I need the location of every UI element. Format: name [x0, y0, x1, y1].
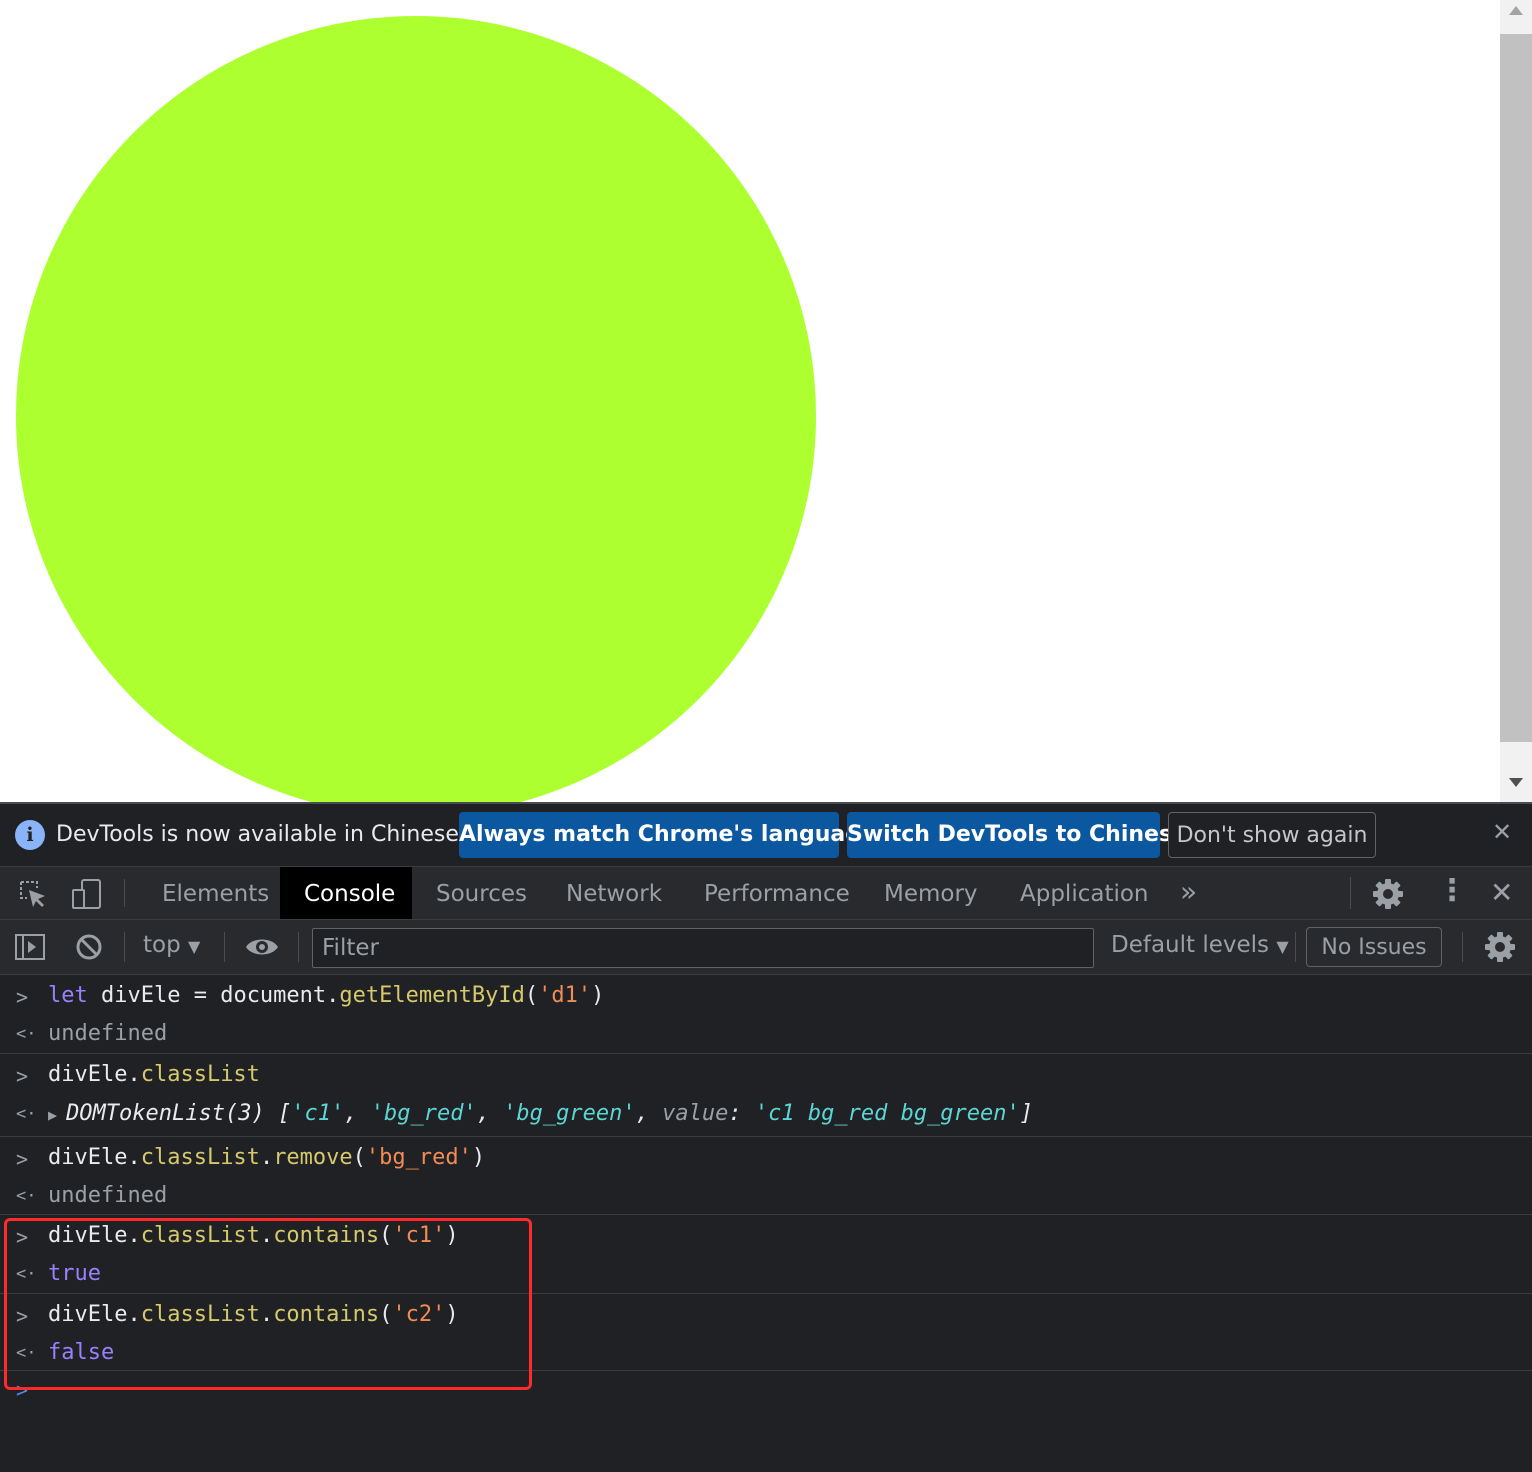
tab-console[interactable]: Console	[280, 867, 412, 919]
language-infobar: i DevTools is now available in Chinese! …	[0, 804, 1532, 867]
tab-application[interactable]: Application	[996, 867, 1173, 919]
context-selector[interactable]: top ▼	[143, 932, 200, 958]
log-levels-label: Default levels	[1111, 932, 1270, 958]
console-input-line[interactable]: divEle.classList	[48, 1062, 260, 1087]
devtools-tabbar: Elements Console Sources Network Perform…	[0, 867, 1532, 920]
filter-input[interactable]: Filter	[312, 928, 1094, 968]
console-output-line: undefined	[48, 1021, 168, 1046]
input-prompt-icon: >	[16, 1147, 29, 1171]
toolbar-divider	[1295, 932, 1296, 962]
entry-divider	[0, 1214, 1532, 1215]
input-prompt-icon: >	[16, 1064, 29, 1088]
console-output-object[interactable]: ▶ DOMTokenList(3) ['c1', 'bg_red', 'bg_g…	[48, 1101, 1033, 1126]
toolbar-divider	[224, 932, 225, 962]
tab-performance[interactable]: Performance	[680, 867, 874, 919]
infobar-message: DevTools is now available in Chinese!	[56, 822, 468, 847]
issues-button[interactable]: No Issues	[1306, 927, 1442, 967]
dropdown-arrow-icon: ▼	[1276, 937, 1289, 956]
green-circle	[16, 16, 816, 802]
toolbar-divider	[124, 932, 125, 962]
toolbar-divider	[124, 879, 125, 907]
console-settings-gear-icon[interactable]	[1484, 931, 1516, 967]
tab-network[interactable]: Network	[542, 867, 686, 919]
console-toolbar: top ▼ Filter Default levels ▼ No Issues	[0, 920, 1532, 975]
toolbar-divider	[1350, 877, 1351, 909]
clear-console-icon[interactable]	[74, 932, 104, 966]
always-match-language-button[interactable]: Always match Chrome's language	[459, 812, 876, 858]
expand-triangle-icon[interactable]: ▶	[48, 1106, 66, 1124]
output-prompt-icon: <·	[16, 1024, 37, 1044]
dropdown-arrow-icon: ▼	[188, 937, 201, 956]
scroll-thumb[interactable]	[1500, 34, 1532, 742]
context-label: top	[143, 932, 181, 958]
console-input-line[interactable]: let divEle = document.getElementById('d1…	[48, 983, 604, 1008]
entry-divider	[0, 1136, 1532, 1137]
live-expression-eye-icon[interactable]	[244, 933, 280, 965]
device-toolbar-icon[interactable]	[70, 877, 104, 915]
tab-elements[interactable]: Elements	[138, 867, 293, 919]
input-prompt-icon: >	[16, 985, 29, 1009]
entry-divider	[0, 1053, 1532, 1054]
tab-sources[interactable]: Sources	[412, 867, 551, 919]
console-input-line[interactable]: divEle.classList.remove('bg_red')	[48, 1145, 485, 1170]
page-scrollbar[interactable]	[1500, 0, 1532, 802]
log-levels-dropdown[interactable]: Default levels ▼	[1111, 932, 1289, 958]
sidebar-toggle-icon[interactable]	[14, 932, 46, 966]
console-output-line: undefined	[48, 1183, 168, 1208]
output-prompt-icon: <·	[16, 1104, 37, 1124]
close-devtools-icon[interactable]: ✕	[1490, 876, 1513, 909]
tab-memory[interactable]: Memory	[860, 867, 1002, 919]
kebab-menu-icon[interactable]: ⋮	[1437, 873, 1467, 908]
toolbar-divider	[298, 932, 299, 962]
settings-gear-icon[interactable]	[1372, 878, 1404, 914]
inspect-element-icon[interactable]	[18, 879, 48, 913]
switch-to-chinese-button[interactable]: Switch DevTools to Chinese	[847, 812, 1187, 858]
page-viewport	[0, 0, 1532, 802]
close-icon[interactable]: ✕	[1492, 818, 1512, 846]
scroll-down-arrow-icon[interactable]	[1509, 778, 1523, 787]
red-highlight-box	[4, 1218, 532, 1390]
more-tabs-icon[interactable]: »	[1180, 875, 1197, 908]
scroll-up-arrow-icon[interactable]	[1509, 6, 1523, 15]
output-prompt-icon: <·	[16, 1186, 37, 1206]
dont-show-again-button[interactable]: Don't show again	[1168, 812, 1376, 858]
info-icon: i	[15, 820, 45, 850]
toolbar-divider	[1462, 932, 1463, 962]
